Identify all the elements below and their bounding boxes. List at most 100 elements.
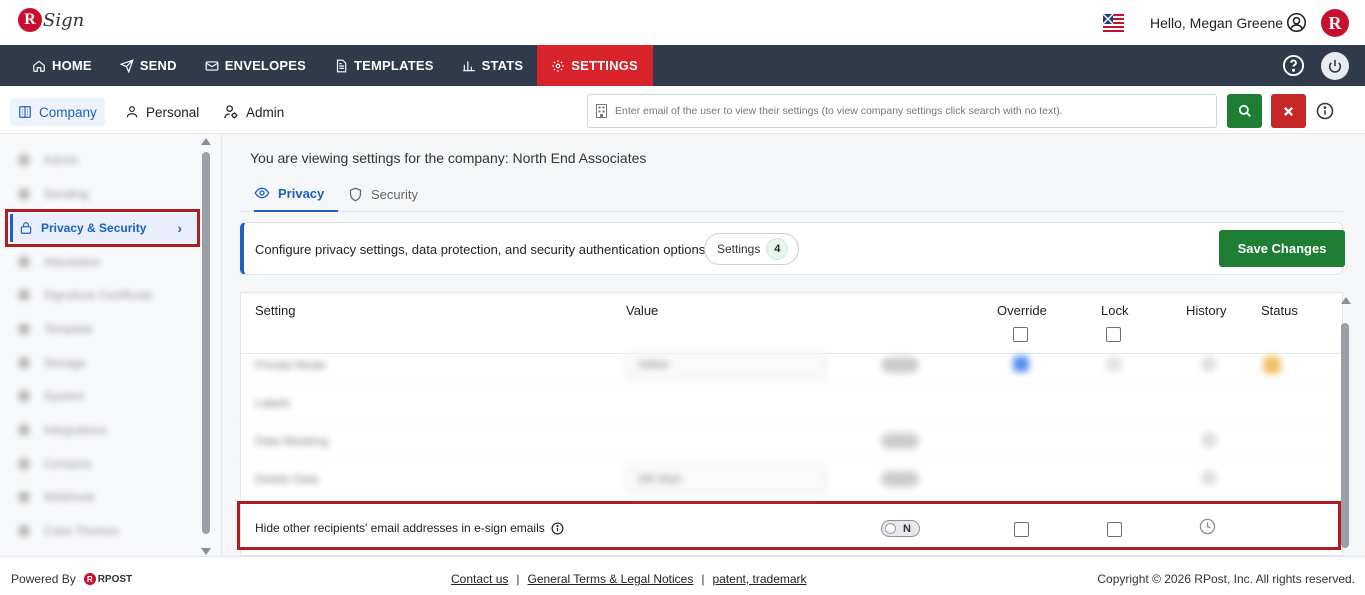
logout-button[interactable] (1321, 52, 1349, 80)
row-toggle[interactable] (881, 471, 919, 487)
template-icon (336, 59, 347, 72)
sidebar-item-blurred-5[interactable]: Template (18, 319, 93, 339)
nav-envelopes[interactable]: ENVELOPES (191, 45, 320, 86)
footer-links: Contact us | General Terms & Legal Notic… (451, 572, 807, 586)
sidebar-scrollbar[interactable] (202, 152, 210, 534)
row-select[interactable]: Yellow (626, 352, 826, 378)
tab-privacy-label: Privacy (278, 185, 325, 201)
sidebar-item-label: Attestation (44, 255, 101, 269)
sidebar-item-blurred-8[interactable]: Integrations (18, 420, 107, 440)
lock-all-checkbox[interactable] (1106, 327, 1121, 342)
patent-trademark-link[interactable]: patent, trademark (712, 572, 806, 586)
clear-search-button[interactable] (1271, 94, 1306, 128)
row-select-value: 180 days (637, 473, 682, 485)
row-label: Private Mode (255, 358, 326, 372)
info-icon[interactable] (1316, 102, 1334, 120)
top-bar: R Sign Hello, Megan Greene R (0, 0, 1365, 45)
row-history[interactable] (1201, 470, 1217, 486)
tab-privacy[interactable]: Privacy (254, 176, 339, 212)
sidebar-item-label: Sending (44, 187, 89, 201)
search-button[interactable] (1227, 94, 1262, 128)
sidebar-item-label: Template (44, 322, 93, 336)
table-row: Labels (241, 384, 1341, 422)
tab-admin-label: Admin (246, 104, 285, 120)
nav-stats[interactable]: STATS (448, 45, 538, 86)
sidebar-item-blurred-11[interactable]: Color Themes (18, 521, 119, 541)
nav-templates[interactable]: TEMPLATES (320, 45, 448, 86)
col-history: History (1186, 303, 1227, 318)
close-icon (1283, 106, 1294, 116)
tab-admin[interactable]: Admin (223, 98, 284, 126)
col-status: Status (1261, 303, 1298, 318)
rsign-logo[interactable]: R Sign (18, 8, 84, 32)
sidebar-scroll-up[interactable] (201, 138, 211, 145)
nav-settings[interactable]: SETTINGS (537, 45, 653, 86)
override-all-checkbox[interactable] (1013, 327, 1028, 342)
sidebar-highlight-box (5, 209, 200, 247)
tab-company[interactable]: Company (10, 98, 105, 126)
settings-pill-label: Settings (717, 242, 761, 256)
nav-templates-label: TEMPLATES (354, 58, 434, 73)
row-history[interactable] (1201, 356, 1217, 372)
company-avatar[interactable]: R (1321, 9, 1349, 37)
sidebar-scroll-down[interactable] (201, 548, 211, 555)
sidebar-item-blurred-6[interactable]: Storage (18, 353, 86, 373)
power-icon (1328, 60, 1342, 73)
main-nav: HOME SEND ENVELOPES TEMPLATES STATS SETT… (0, 45, 1365, 86)
powered-by: Powered By R RPOST (11, 572, 132, 586)
gear-icon (552, 59, 565, 72)
sidebar-item-blurred-3[interactable]: Attestation (18, 252, 101, 272)
row-toggle[interactable] (881, 357, 919, 373)
row-select[interactable]: 180 days (626, 466, 826, 492)
tab-security[interactable]: Security (348, 176, 418, 212)
row-toggle[interactable] (881, 433, 919, 449)
row-history[interactable] (1201, 432, 1217, 448)
send-icon (119, 58, 134, 73)
user-email-search-input[interactable] (615, 105, 1216, 117)
row-lock[interactable] (1106, 356, 1122, 372)
sidebar-item-blurred-10[interactable]: Webhook (18, 487, 94, 507)
copyright-text: Copyright © 2026 RPost, Inc. All rights … (1097, 572, 1355, 586)
col-lock: Lock (1101, 303, 1129, 318)
table-row: Data Masking (241, 422, 1341, 460)
rpost-logo-text: RPOST (97, 573, 133, 585)
table-scrollbar[interactable] (1341, 323, 1349, 548)
user-search-box (587, 94, 1217, 128)
user-greeting: Hello, Megan Greene (1150, 15, 1284, 31)
sidebar-item-blurred-1[interactable]: Admin (18, 150, 78, 170)
nav-send-label: SEND (139, 58, 177, 73)
table-scroll-up[interactable] (1341, 297, 1351, 304)
settings-count: 4 (766, 238, 789, 260)
row-highlight-box (237, 501, 1341, 550)
sidebar-item-label: Admin (44, 153, 79, 167)
sidebar-item-blurred-7[interactable]: System (18, 386, 84, 406)
person-icon (126, 106, 138, 118)
sidebar-item-blurred-9[interactable]: Contacts (18, 454, 91, 474)
save-changes-button[interactable]: Save Changes (1219, 230, 1345, 267)
sidebar-item-blurred-2[interactable]: Sending (18, 184, 88, 204)
sidebar-item-label: System (44, 389, 85, 403)
nav-home[interactable]: HOME (0, 45, 106, 86)
row-label: Data Masking (255, 434, 329, 448)
terms-link[interactable]: General Terms & Legal Notices (528, 572, 694, 586)
tab-personal-label: Personal (146, 104, 200, 120)
col-value: Value (626, 303, 659, 318)
logo-sign-text: Sign (43, 9, 85, 31)
viewing-company-text: You are viewing settings for the company… (250, 150, 647, 166)
help-icon[interactable] (1282, 54, 1305, 77)
eye-icon (254, 187, 270, 199)
logo-r-circle: R (18, 8, 42, 32)
contact-us-link[interactable]: Contact us (451, 572, 508, 586)
settings-count-badge: Settings 4 (704, 233, 800, 265)
row-status (1263, 356, 1281, 374)
tab-security-label: Security (371, 186, 418, 202)
tab-personal[interactable]: Personal (125, 98, 199, 126)
table-row: Private Mode Yellow (241, 346, 1341, 384)
row-override[interactable] (1013, 356, 1029, 372)
rpost-logo[interactable]: R RPOST (83, 573, 133, 585)
nav-send[interactable]: SEND (106, 45, 191, 86)
user-profile-icon[interactable] (1286, 12, 1307, 33)
sidebar-item-blurred-4[interactable]: Signature Certificate (18, 285, 153, 305)
uk-flag-icon[interactable] (1103, 14, 1124, 32)
col-setting: Setting (255, 303, 296, 318)
